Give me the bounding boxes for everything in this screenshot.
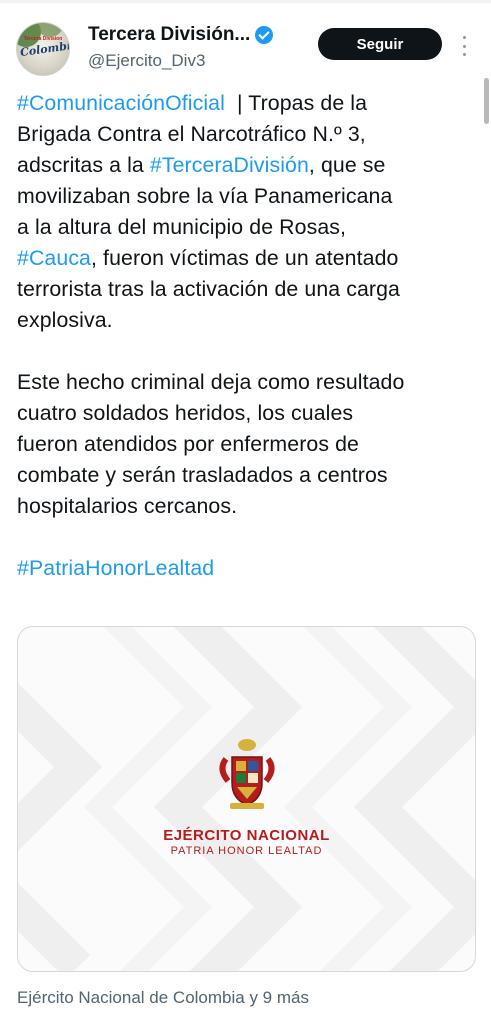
tweet-header: Tercera Division Colombia Tercera Divisi… [16, 18, 475, 78]
follow-button[interactable]: Seguir [318, 28, 442, 60]
hashtag-link[interactable]: #ComunicaciónOficial [17, 91, 225, 115]
logo-title: EJÉRCITO NACIONAL [163, 827, 330, 844]
tweet-line: fueron atendidos por enfermeros de [17, 429, 479, 460]
tweet-line: Este hecho criminal deja como resultado [17, 367, 479, 398]
tweet-text-segment: cuatro soldados heridos, los cuales [17, 401, 354, 425]
army-coat-of-arms-icon [219, 739, 274, 809]
tweet-line: #PatriaHonorLealtad [17, 553, 479, 584]
hashtag-link[interactable]: #PatriaHonorLealtad [17, 556, 214, 580]
top-divider [0, 0, 491, 3]
tweet-text-segment: combate y serán trasladados a centros [17, 463, 388, 487]
tweet-line: terrorista tras la activación de una car… [17, 274, 479, 305]
tweet-text-segment: movilizaban sobre la vía Panamericana [17, 184, 393, 208]
tweet-line: a la altura del municipio de Rosas, [17, 212, 479, 243]
tweet-text-segment: , que se [308, 153, 386, 177]
media-source-caption[interactable]: Ejército Nacional de Colombia y 9 más [17, 988, 309, 1008]
tweet-line: #Cauca, fueron víctimas de un atentado [17, 243, 479, 274]
tweet-line: #ComunicaciónOficial | Tropas de la [17, 88, 479, 119]
verified-badge-icon [255, 26, 274, 44]
tweet-text-segment: , fueron víctimas de un atentado [91, 246, 399, 270]
tweet-text-segment: fueron atendidos por enfermeros de [17, 432, 359, 456]
avatar[interactable]: Tercera Division Colombia [16, 22, 70, 76]
tweet-text-segment: adscritas a la [17, 153, 150, 177]
tweet-line: combate y serán trasladados a centros [17, 460, 479, 491]
tweet-text-segment: | Tropas de la [224, 91, 368, 115]
tweet-text-segment: hospitalarios cercanos. [17, 494, 238, 518]
tweet-line: cuatro soldados heridos, los cuales [17, 398, 479, 429]
display-name[interactable]: Tercera División... [88, 24, 250, 46]
scrollbar-thumb[interactable] [484, 78, 489, 124]
logo-motto: PATRIA HONOR LEALTAD [170, 845, 323, 857]
hashtag-link[interactable]: #Cauca [17, 246, 91, 270]
tweet-text-segment: Este hecho criminal deja como resultado [17, 370, 405, 394]
tweet-line: Brigada Contra el Narcotráfico N.º 3, [17, 119, 479, 150]
tweet-text: #ComunicaciónOficial | Tropas de la Briga… [17, 88, 479, 584]
name-row: Tercera División... [88, 24, 274, 46]
tweet-text-segment: Brigada Contra el Narcotráfico N.º 3, [17, 122, 366, 146]
tweet-line: hospitalarios cercanos. [17, 491, 479, 522]
tweet-media-image[interactable]: EJÉRCITO NACIONAL PATRIA HONOR LEALTAD [17, 626, 476, 972]
tweet-line: movilizaban sobre la vía Panamericana [17, 181, 479, 212]
tweet-line: explosiva. [17, 305, 479, 336]
more-options-icon[interactable] [462, 36, 466, 56]
tweet-line: adscritas a la #TerceraDivisión, que se [17, 150, 479, 181]
hashtag-link[interactable]: #TerceraDivisión [150, 153, 309, 177]
logo [18, 737, 475, 817]
user-handle[interactable]: @Ejercito_Div3 [88, 51, 205, 71]
tweet-text-segment: explosiva. [17, 308, 113, 332]
tweet-text-segment: terrorista tras la activación de una car… [17, 277, 400, 301]
tweet-text-segment: a la altura del municipio de Rosas, [17, 215, 347, 239]
